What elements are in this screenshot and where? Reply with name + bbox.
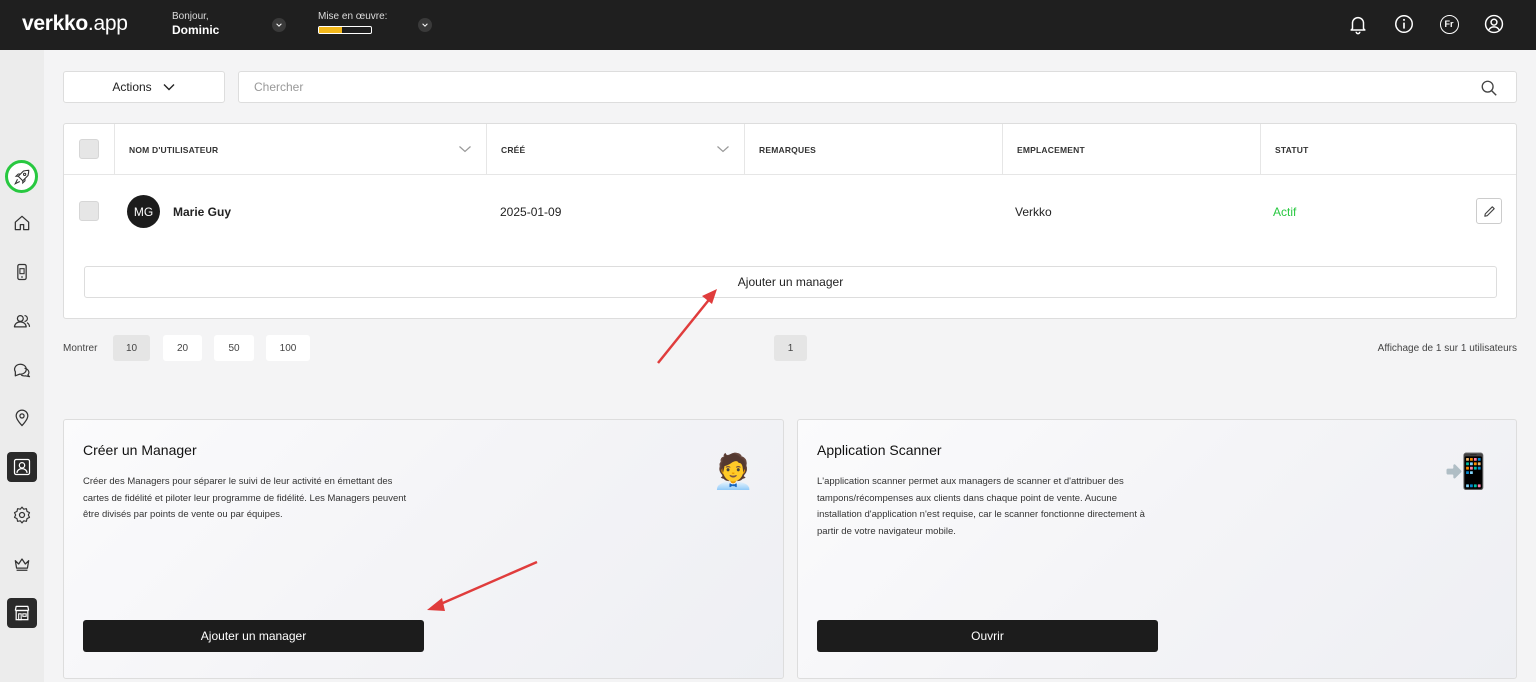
page-size-20[interactable]: 20 (163, 335, 202, 361)
column-header-status: STATUT (1260, 124, 1516, 175)
sort-chevron-icon[interactable] (458, 142, 472, 156)
page-size-10[interactable]: 10 (113, 335, 150, 361)
search-icon[interactable] (1480, 79, 1498, 97)
store-icon[interactable] (7, 598, 37, 628)
language-label: Fr (1439, 14, 1459, 34)
bell-icon[interactable] (1347, 13, 1369, 35)
onboarding-rocket-icon[interactable] (5, 160, 38, 193)
search-input[interactable] (239, 72, 1439, 102)
home-icon[interactable] (7, 208, 37, 238)
actions-dropdown[interactable]: Actions (63, 71, 225, 103)
account-icon[interactable] (1483, 13, 1505, 35)
info-icon[interactable] (1393, 13, 1415, 35)
card-description: L'application scanner permet aux manager… (817, 476, 1145, 537)
create-manager-card: Créer un Manager Créer des Managers pour… (63, 419, 784, 679)
implementation-chevron-icon[interactable] (418, 18, 432, 32)
user-name: Dominic (172, 23, 220, 37)
column-header-location: EMPLACEMENT (1002, 124, 1260, 175)
created-cell: 2025-01-09 (500, 205, 562, 219)
page-size-label: Montrer (63, 343, 98, 354)
page-number-1[interactable]: 1 (774, 335, 807, 361)
user-menu-chevron-icon[interactable] (272, 18, 286, 32)
implementation-progress-bar (318, 26, 372, 34)
column-header-username[interactable]: NOM D'UTILISATEUR (114, 124, 486, 175)
card-title: Application Scanner (817, 442, 942, 458)
actions-label: Actions (112, 80, 152, 94)
implementation-label: Mise en œuvre: (318, 11, 388, 22)
results-summary: Affichage de 1 sur 1 utilisateurs (1377, 343, 1517, 354)
messages-icon[interactable] (7, 355, 37, 385)
status-badge: Actif (1273, 205, 1297, 219)
scanner-app-card: Application Scanner L'application scanne… (797, 419, 1517, 679)
implementation-progress: Mise en œuvre: (318, 11, 387, 34)
sidebar (0, 50, 44, 682)
card-description: Créer des Managers pour séparer le suivi… (83, 476, 407, 520)
location-cell: Verkko (1015, 205, 1052, 219)
add-manager-row-button[interactable]: Ajouter un manager (84, 266, 1497, 298)
mobile-arrow-emoji-icon: 📲 (1444, 453, 1487, 491)
user-greeting: Bonjour, Dominic (172, 10, 219, 39)
greeting-text: Bonjour, (172, 11, 209, 22)
manager-emoji-icon: 🧑‍💼 (712, 453, 755, 491)
logo[interactable]: verkko.app (22, 12, 128, 36)
settings-gear-icon[interactable] (7, 500, 37, 530)
select-all-checkbox[interactable] (79, 139, 99, 159)
table-header: NOM D'UTILISATEUR CRÉÉ REMARQUES EMPLACE… (64, 124, 1516, 175)
customers-icon[interactable] (7, 306, 37, 336)
column-header-remarks: REMARQUES (744, 124, 1002, 175)
managers-icon[interactable] (7, 452, 37, 482)
add-manager-button[interactable]: Ajouter un manager (83, 620, 424, 652)
page-size-100[interactable]: 100 (266, 335, 310, 361)
crown-icon[interactable] (7, 549, 37, 579)
chevron-down-icon (163, 84, 175, 91)
top-bar: verkko.app Bonjour, Dominic Mise en œuvr… (0, 0, 1536, 50)
managers-table: NOM D'UTILISATEUR CRÉÉ REMARQUES EMPLACE… (63, 123, 1517, 319)
page-size-50[interactable]: 50 (214, 335, 254, 361)
progress-fill (319, 27, 343, 33)
sort-chevron-icon[interactable] (716, 142, 730, 156)
search-bar (238, 71, 1517, 103)
location-pin-icon[interactable] (7, 403, 37, 433)
language-selector[interactable]: Fr (1438, 13, 1460, 35)
pencil-icon (1483, 205, 1495, 217)
avatar: MG (127, 195, 160, 228)
card-title: Créer un Manager (83, 442, 197, 458)
user-name-cell[interactable]: Marie Guy (173, 205, 231, 219)
mobile-card-icon[interactable] (7, 257, 37, 287)
edit-button[interactable] (1476, 198, 1502, 224)
row-checkbox[interactable] (79, 201, 99, 221)
column-header-created[interactable]: CRÉÉ (486, 124, 744, 175)
open-scanner-button[interactable]: Ouvrir (817, 620, 1158, 652)
